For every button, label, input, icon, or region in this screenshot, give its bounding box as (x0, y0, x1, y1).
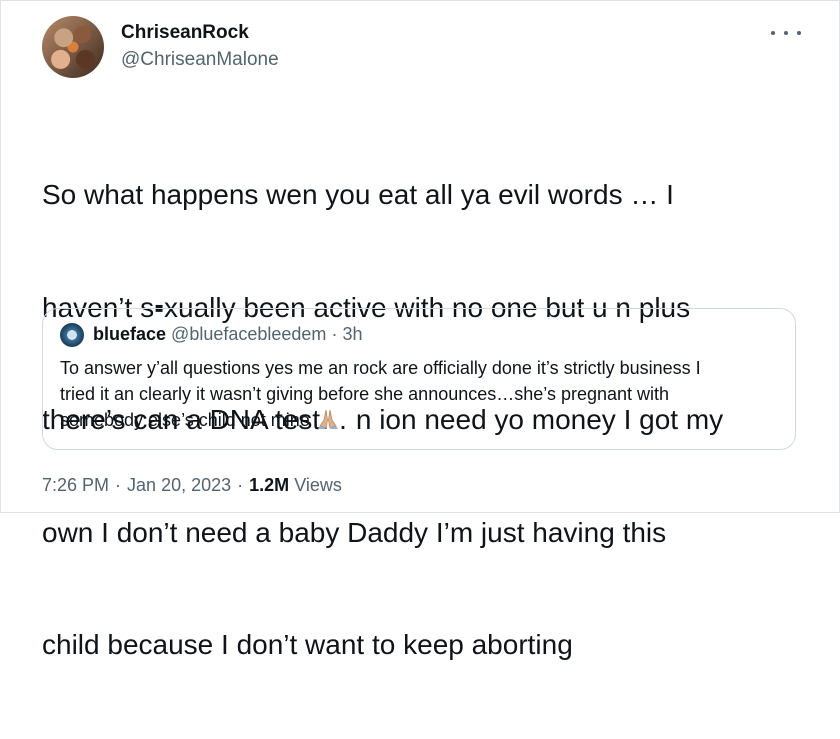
quoted-text-line: To answer y’all questions yes me an rock… (60, 358, 701, 378)
footer-separator: · (237, 475, 244, 495)
tweet-meta-footer: 7:26 PM · Jan 20, 2023 · 1.2M Views (42, 475, 342, 496)
author-display-name[interactable]: ChriseanRock (121, 22, 249, 44)
quoted-text-line: somebody else’s child not mine (60, 407, 790, 433)
folded-hands-icon (317, 409, 338, 429)
author-avatar[interactable] (42, 16, 104, 78)
quoted-tweet[interactable]: blueface @bluefacebleedem · 3h To answer… (42, 308, 796, 450)
quoted-text-line-content: somebody else’s child not mine (60, 410, 310, 430)
quoted-author-avatar[interactable] (60, 323, 84, 347)
tweet-card: ChriseanRock @ChriseanMalone So what hap… (0, 0, 840, 660)
quoted-tweet-text: To answer y’all questions yes me an rock… (60, 355, 790, 433)
tweet-time[interactable]: 7:26 PM (42, 475, 109, 495)
quoted-separator: · (331, 324, 338, 344)
views-label: Views (294, 475, 342, 495)
quoted-timestamp[interactable]: 3h (342, 324, 362, 344)
quoted-author-handle[interactable]: @bluefacebleedem (171, 324, 326, 344)
views-count: 1.2M (249, 475, 290, 495)
quoted-text-line: tried it an clearly it wasn’t giving bef… (60, 384, 670, 404)
tweet-date[interactable]: Jan 20, 2023 (127, 475, 231, 495)
quoted-tweet-header: blueface @bluefacebleedem · 3h (93, 324, 362, 345)
quoted-author-display-name[interactable]: blueface (93, 324, 166, 344)
tweet-text-line: own I don’t need a baby Daddy I’m just h… (42, 516, 667, 548)
tweet-text-line: So what happens wen you eat all ya evil … (42, 179, 674, 210)
footer-separator: · (115, 475, 122, 495)
tweet-text-line: child because I don’t want to keep abort… (42, 629, 573, 660)
author-handle[interactable]: @ChriseanMalone (121, 49, 279, 71)
more-options-icon[interactable] (771, 23, 801, 43)
